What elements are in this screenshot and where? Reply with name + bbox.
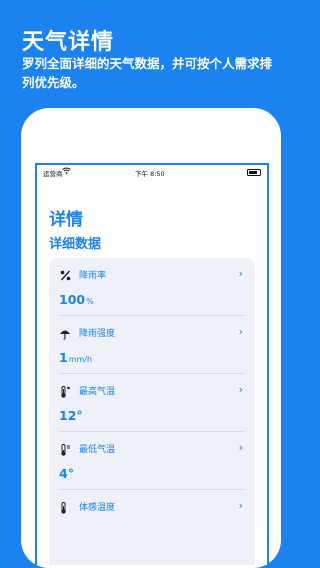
chevron-right-icon: › <box>238 383 243 396</box>
metric-value: 4° <box>59 466 74 481</box>
metric-row-feels-like[interactable]: 体感温度 › <box>49 490 255 548</box>
battery-icon <box>247 169 261 176</box>
thermometer-icon <box>59 502 71 514</box>
percent-icon <box>59 270 71 282</box>
metric-value: 1mm/h <box>59 350 93 365</box>
metric-value: 100% <box>59 292 94 307</box>
metric-label: 体感温度 <box>79 503 116 513</box>
page-title: 详情 <box>49 210 83 230</box>
metric-row-rain-intensity[interactable]: 降雨强度 › 1mm/h <box>49 316 255 374</box>
carrier-label: 运营商 <box>43 170 63 178</box>
metric-label: 降雨强度 <box>79 329 116 339</box>
metric-label: 最高气温 <box>79 387 116 397</box>
umbrella-icon <box>59 328 71 340</box>
metric-value: 12° <box>59 408 83 423</box>
metric-unit: % <box>86 297 94 306</box>
phone-frame: 运营商 下午 8:50 详情 详细数据 降雨率 › 100% 降雨强度 › 1m… <box>21 108 281 568</box>
metric-row-rain-chance[interactable]: 降雨率 › 100% <box>49 258 255 316</box>
metric-value <box>59 524 60 539</box>
page-subtitle: 详细数据 <box>49 237 102 252</box>
thermometer-low-icon <box>59 444 71 456</box>
phone-screen: 运营商 下午 8:50 详情 详细数据 降雨率 › 100% 降雨强度 › 1m… <box>35 163 269 565</box>
chevron-right-icon: › <box>238 267 243 280</box>
chevron-right-icon: › <box>238 499 243 512</box>
thermometer-high-icon <box>59 386 71 398</box>
promo-title: 天气详情 <box>22 30 115 55</box>
chevron-right-icon: › <box>238 441 243 454</box>
metric-label: 降雨率 <box>79 271 107 281</box>
promo-subtitle: 罗列全面详细的天气数据，并可按个人需求排列优先级。 <box>22 56 273 90</box>
metrics-card: 降雨率 › 100% 降雨强度 › 1mm/h 最高气温 › 12° 最低气温 … <box>49 258 255 565</box>
chevron-right-icon: › <box>238 325 243 338</box>
metric-label: 最低气温 <box>79 445 116 455</box>
metric-row-low-temp[interactable]: 最低气温 › 4° <box>49 432 255 490</box>
wifi-icon <box>62 167 71 176</box>
status-bar: 运营商 下午 8:50 <box>37 165 267 181</box>
metric-row-high-temp[interactable]: 最高气温 › 12° <box>49 374 255 432</box>
status-time: 下午 8:50 <box>135 170 165 178</box>
metric-unit: mm/h <box>68 355 93 364</box>
